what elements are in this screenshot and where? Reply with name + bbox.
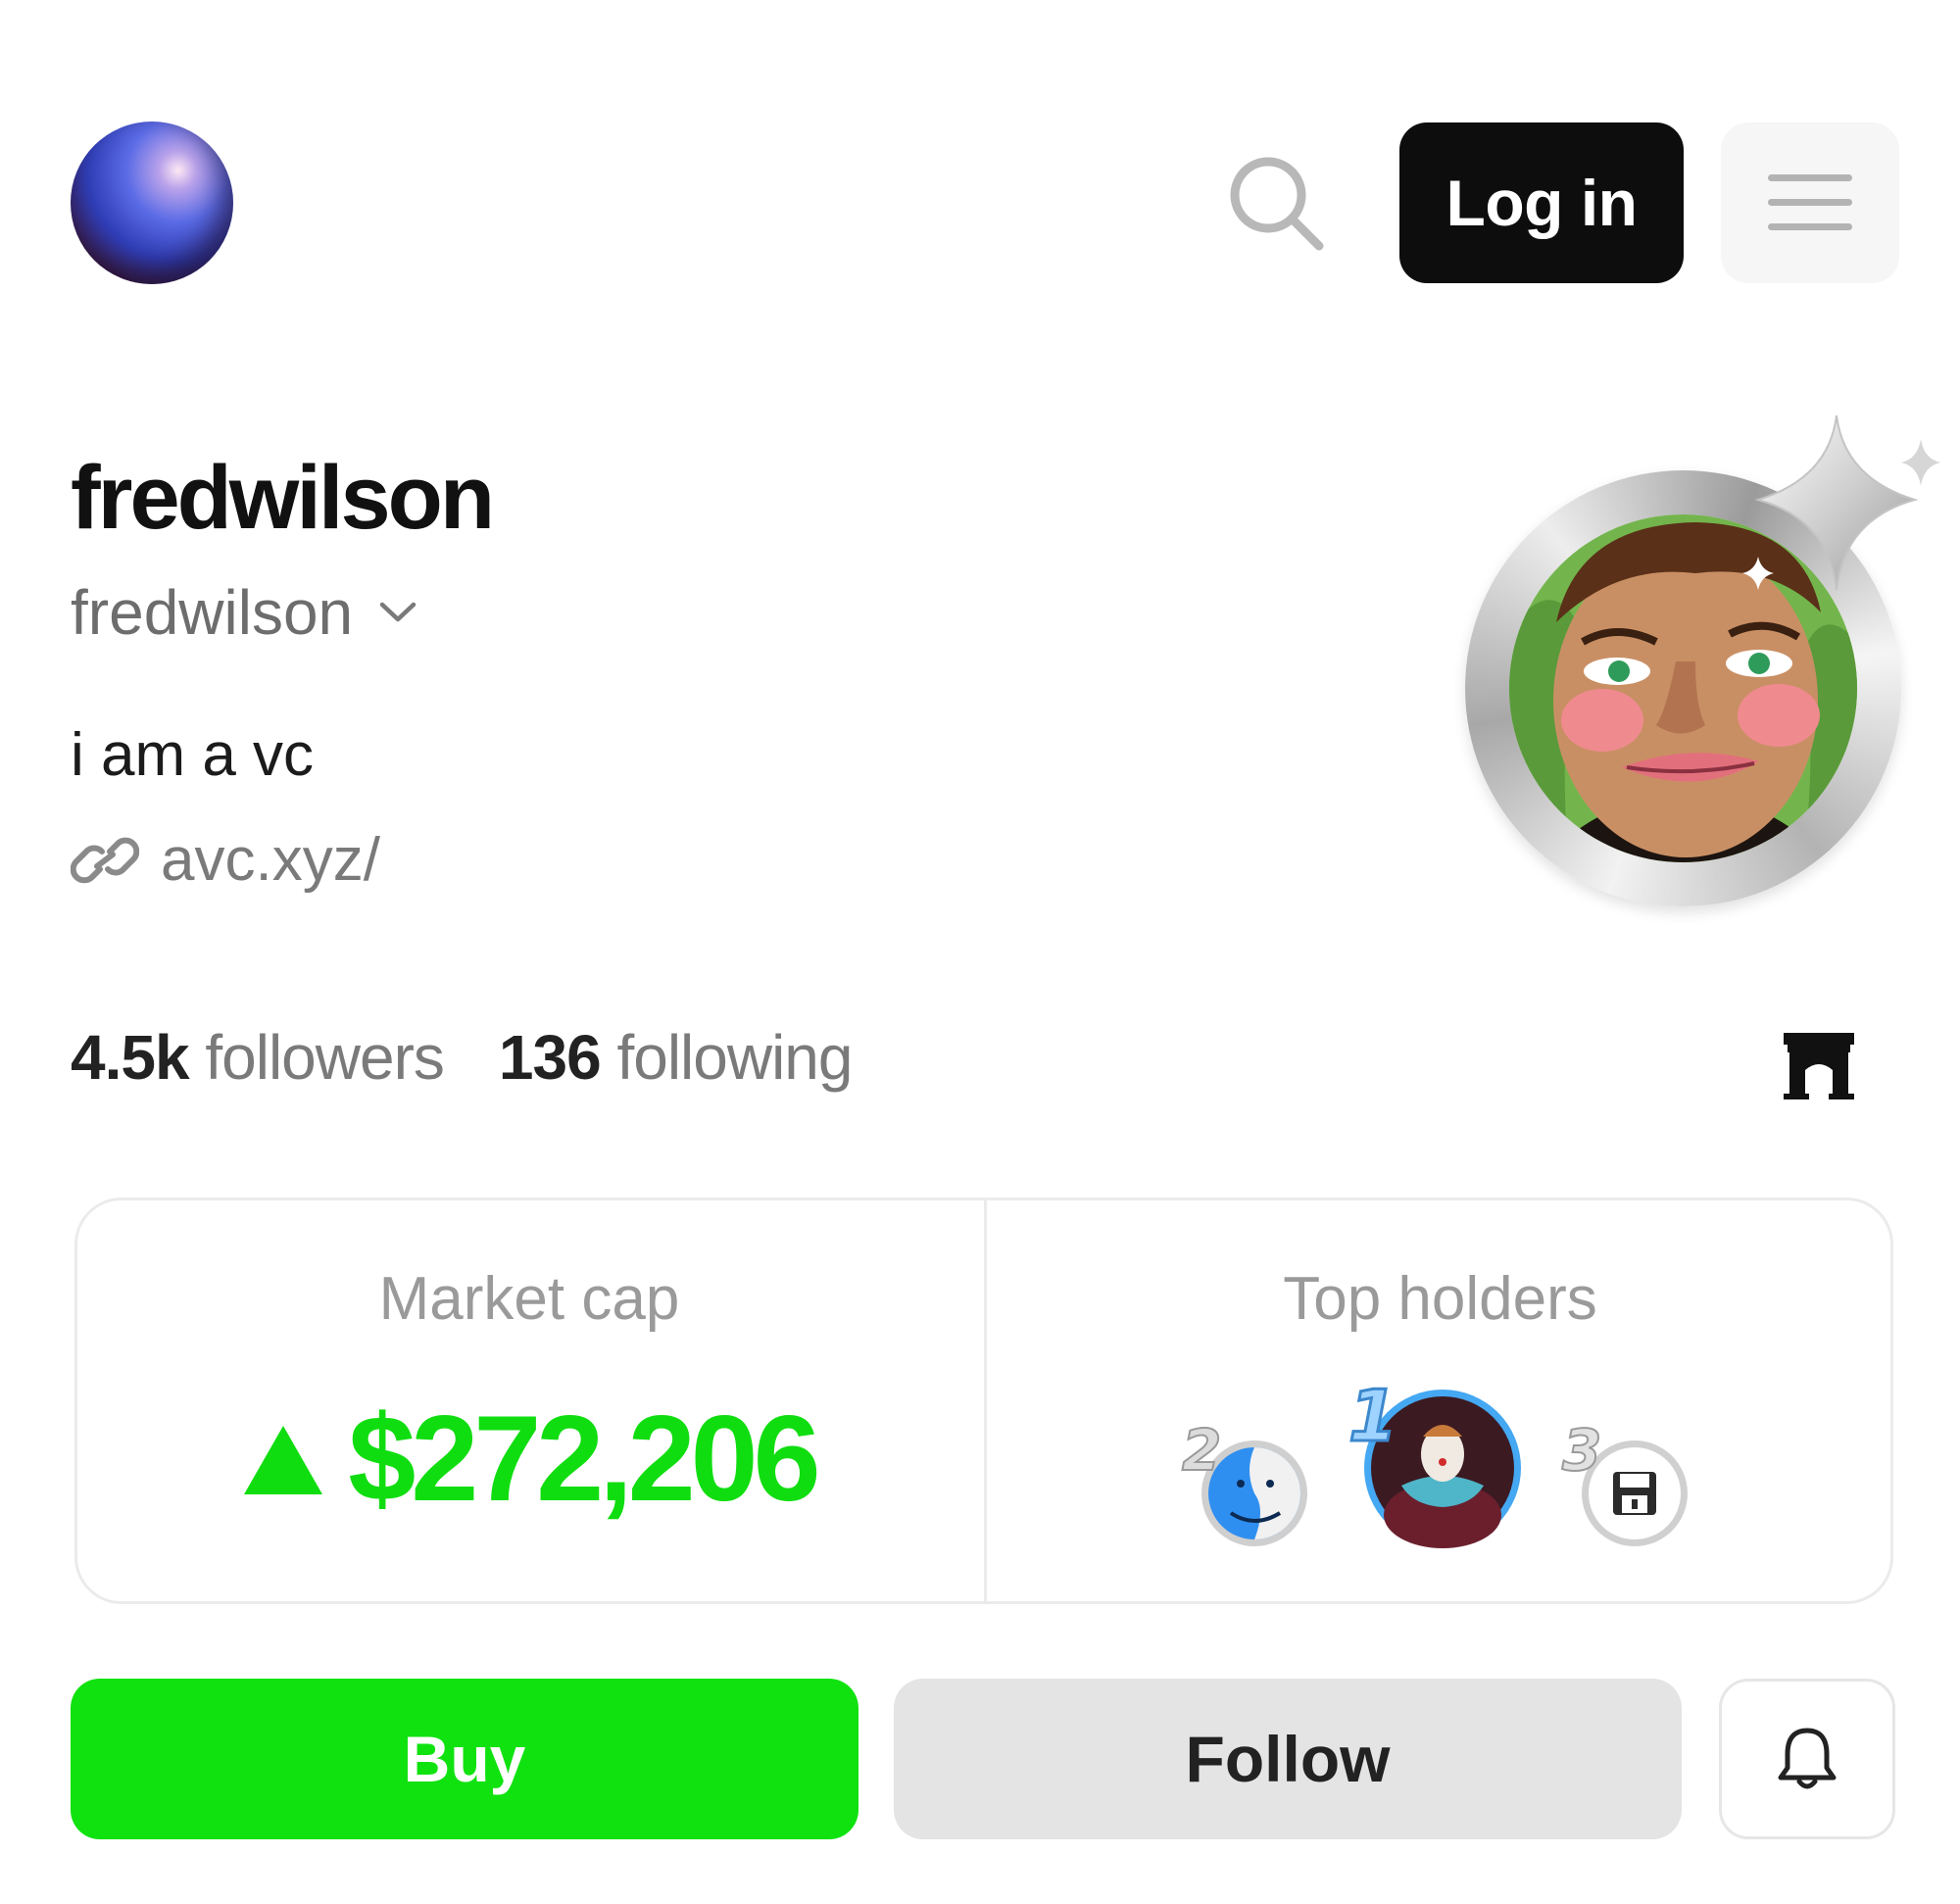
rank-3-badge: 3 <box>1562 1417 1601 1484</box>
handle-text: fredwilson <box>71 577 354 648</box>
clown-portrait-icon: 1 <box>1348 1374 1521 1548</box>
follow-stats: 4.5k followers 136 following <box>71 1021 854 1094</box>
floppy-disk-icon: 3 <box>1561 1416 1688 1546</box>
bell-icon <box>1778 1728 1837 1789</box>
search-button[interactable] <box>1225 152 1327 254</box>
following-stat[interactable]: 136 following <box>498 1021 854 1094</box>
top-holder-2[interactable]: 2 <box>1176 1411 1313 1548</box>
hamburger-menu-icon <box>1768 174 1852 230</box>
link-icon <box>71 837 139 883</box>
followers-stat[interactable]: 4.5k followers <box>71 1021 445 1094</box>
top-holder-3[interactable]: 3 <box>1556 1411 1693 1548</box>
rank-2-badge: 2 <box>1182 1417 1221 1484</box>
market-cap-label: Market cap <box>378 1265 680 1333</box>
menu-button[interactable] <box>1721 122 1899 283</box>
profile-link[interactable]: avc.xyz/ <box>71 825 380 895</box>
market-cap-amount: $272,206 <box>348 1391 820 1527</box>
notifications-button[interactable] <box>1719 1679 1895 1839</box>
link-text: avc.xyz/ <box>161 826 380 894</box>
chevron-down-icon <box>379 602 416 622</box>
orb-logo-icon[interactable] <box>71 122 233 284</box>
search-icon <box>1230 157 1324 251</box>
market-cap-value: $272,206 <box>74 1390 984 1529</box>
arch-icon[interactable] <box>1782 1031 1856 1101</box>
follow-button[interactable]: Follow <box>894 1679 1682 1839</box>
following-label: following <box>616 1022 853 1093</box>
followers-label: followers <box>205 1022 445 1093</box>
bio-text: i am a vc <box>71 721 315 789</box>
sparkle-icon <box>1742 415 1940 591</box>
buy-button[interactable]: Buy <box>71 1679 858 1839</box>
rank-1-badge: 1 <box>1348 1375 1397 1457</box>
top-holders-label: Top holders <box>1283 1265 1597 1333</box>
trend-up-icon <box>244 1426 323 1494</box>
top-holder-1[interactable]: 1 <box>1345 1368 1525 1550</box>
handle-switcher[interactable]: fredwilson <box>71 576 417 649</box>
finder-face-icon: 2 <box>1181 1416 1307 1546</box>
following-count: 136 <box>498 1022 602 1093</box>
display-name: fredwilson <box>71 448 495 548</box>
followers-count: 4.5k <box>71 1022 190 1093</box>
card-divider <box>984 1197 987 1604</box>
login-button[interactable]: Log in <box>1399 122 1684 283</box>
